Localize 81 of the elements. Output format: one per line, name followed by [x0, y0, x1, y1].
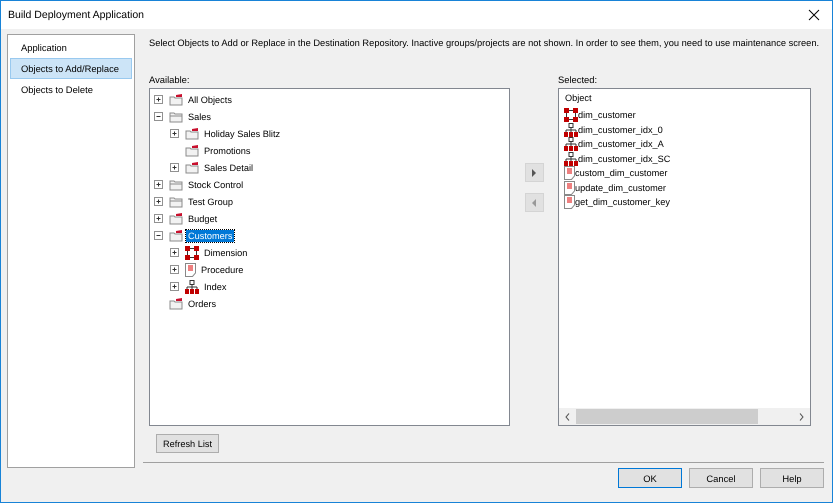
list-item[interactable]: update_dim_customer [575, 182, 666, 193]
horizontal-scrollbar[interactable] [559, 408, 810, 425]
expand-toggle[interactable] [170, 265, 179, 274]
nav-item[interactable]: Objects to Add/Replace [10, 58, 132, 79]
folder-flag-icon [169, 230, 183, 242]
minus-icon [155, 232, 162, 239]
folder-flag-icon [169, 298, 183, 310]
tree-item[interactable]: Customers [186, 230, 234, 242]
nav-item[interactable]: Application [10, 37, 132, 58]
tree-item[interactable]: Dimension [202, 246, 250, 258]
available-label: Available: [149, 74, 190, 86]
dialog-button[interactable]: Cancel [689, 468, 753, 488]
scroll-left-icon[interactable] [565, 412, 570, 420]
plus-icon [171, 130, 178, 137]
expand-toggle[interactable] [170, 129, 179, 138]
hierarchy-icon [185, 280, 199, 294]
expand-toggle[interactable] [154, 95, 163, 104]
column-header: Object [564, 93, 593, 105]
tree-item[interactable]: Test Group [186, 196, 235, 208]
plus-icon [155, 198, 162, 205]
folder-flag-icon [169, 94, 183, 106]
list-item[interactable]: custom_dim_customer [575, 168, 668, 178]
list-item[interactable]: dim_customer_idx_A [578, 139, 664, 150]
left-triangle-icon [530, 198, 538, 206]
folder-icon [169, 110, 183, 122]
folder-icon [169, 196, 183, 208]
folder-flag-icon [185, 144, 199, 156]
collapse-toggle[interactable] [154, 112, 163, 121]
plus-icon [171, 266, 178, 273]
hierarchy-icon [564, 137, 578, 152]
selected-label: Selected: [558, 74, 598, 86]
plus-icon [171, 164, 178, 171]
expand-toggle[interactable] [170, 282, 179, 291]
add-button[interactable] [524, 163, 544, 182]
list-item[interactable]: dim_customer [578, 110, 636, 120]
nav-item[interactable]: Objects to Delete [10, 79, 132, 100]
right-triangle-icon [530, 168, 538, 176]
close-button[interactable] [806, 7, 822, 23]
tree-item[interactable]: Budget [186, 212, 220, 224]
document-icon [185, 262, 196, 276]
hierarchy-icon [564, 122, 578, 137]
folder-icon [169, 178, 183, 190]
folder-flag-icon [169, 212, 183, 224]
grid-squares-icon [185, 246, 199, 260]
tree-item[interactable]: Stock Control [186, 178, 246, 190]
refresh-button[interactable]: Refresh List [156, 434, 219, 453]
tree-item[interactable]: All Objects [186, 94, 234, 106]
instruction-text: Select Objects to Add or Replace in the Destination Repository. Inactive groups/projects are not shown. In order to see them, you need to use maintenance screen. [148, 37, 820, 50]
tree-item[interactable]: Sales Detail [202, 162, 256, 174]
grid-squares-icon [564, 108, 578, 122]
window-title: Build Deployment Application [8, 9, 144, 21]
document-icon [564, 180, 575, 195]
dialog-button[interactable]: Help [760, 468, 824, 488]
folder-flag-icon [185, 128, 199, 140]
tree-item[interactable]: Holiday Sales Blitz [202, 128, 282, 140]
expand-toggle[interactable] [154, 180, 163, 189]
list-item[interactable]: get_dim_customer_key [575, 197, 670, 208]
list-item[interactable]: dim_customer_idx_SC [578, 154, 670, 164]
expand-toggle[interactable] [154, 214, 163, 223]
plus-icon [171, 249, 178, 256]
tree-item[interactable]: Index [202, 280, 228, 292]
dialog-button[interactable]: OK [618, 468, 682, 488]
plus-icon [155, 215, 162, 222]
document-icon [564, 195, 575, 210]
plus-icon [155, 96, 162, 103]
expand-toggle[interactable] [170, 163, 179, 172]
document-icon [564, 166, 575, 180]
list-item[interactable]: dim_customer_idx_0 [578, 124, 663, 135]
plus-icon [155, 181, 162, 188]
folder-flag-icon [185, 162, 199, 174]
expand-toggle[interactable] [170, 248, 179, 257]
expand-toggle[interactable] [154, 197, 163, 206]
minus-icon [155, 113, 162, 120]
collapse-toggle[interactable] [154, 231, 163, 240]
scroll-right-icon[interactable] [799, 412, 804, 420]
tree-item[interactable]: Promotions [202, 144, 252, 156]
hierarchy-icon [564, 152, 578, 166]
plus-icon [171, 283, 178, 290]
tree-item[interactable]: Sales [186, 110, 213, 122]
tree-item[interactable]: Procedure [199, 264, 246, 276]
tree-item[interactable]: Orders [186, 298, 218, 310]
